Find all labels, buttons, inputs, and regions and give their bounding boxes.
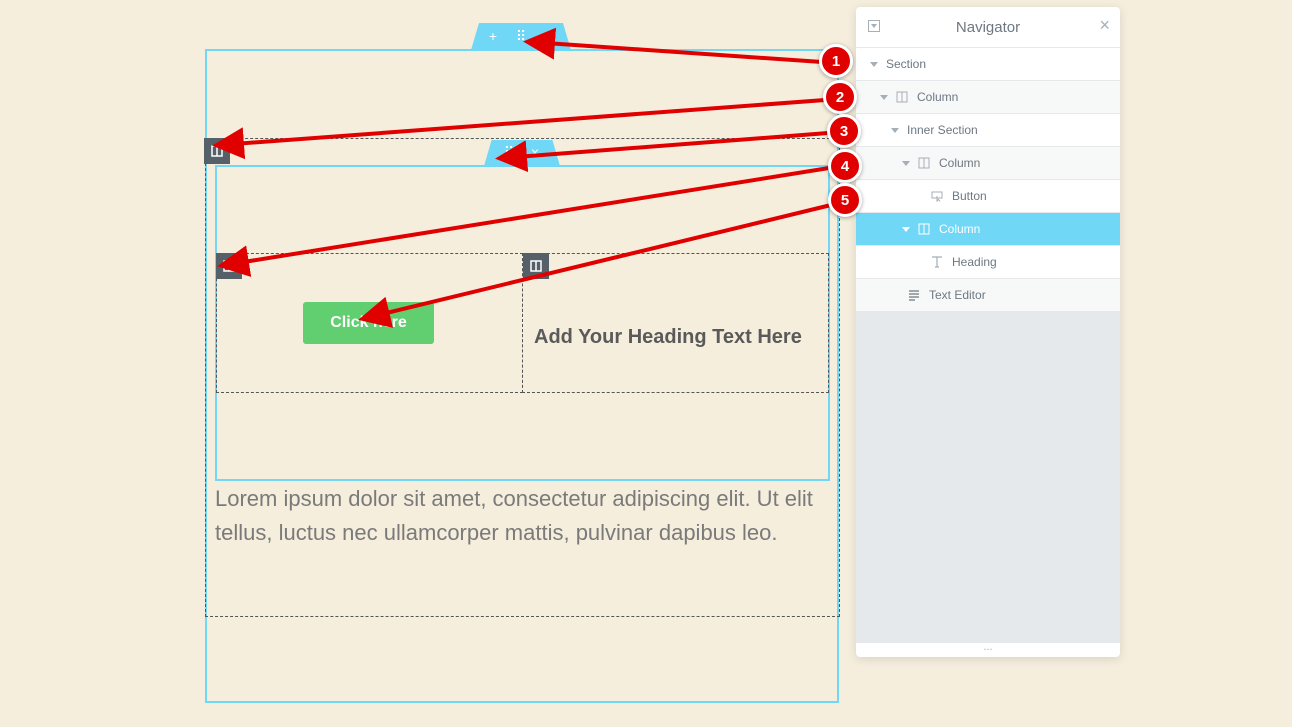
click-here-button[interactable]: Click here: [303, 302, 434, 344]
nav-item-label: Heading: [952, 255, 997, 269]
nav-item-heading[interactable]: Heading: [856, 246, 1120, 279]
nav-item-column-active[interactable]: Column: [856, 213, 1120, 246]
button-icon: [931, 190, 943, 202]
nav-item-label: Inner Section: [907, 123, 978, 137]
nav-item-label: Button: [952, 189, 987, 203]
heading-widget[interactable]: Add Your Heading Text Here: [534, 326, 802, 349]
navigator-title: Navigator: [955, 18, 1021, 36]
delete-inner-section-icon[interactable]: ×: [528, 143, 542, 161]
close-icon[interactable]: ×: [1099, 15, 1110, 36]
caret-down-icon[interactable]: [902, 160, 910, 166]
navigator-resize-handle[interactable]: ...: [856, 642, 1120, 657]
nav-item-column[interactable]: Column: [856, 81, 1120, 114]
annotation-badge: 2: [823, 80, 857, 114]
nav-item-column[interactable]: Column: [856, 147, 1120, 180]
drag-inner-section-icon[interactable]: ⠿: [502, 143, 516, 161]
nav-item-text-editor[interactable]: Text Editor: [856, 279, 1120, 312]
inner-section-handle[interactable]: ⠿ ×: [484, 140, 560, 166]
text-editor-icon: [908, 289, 920, 301]
inner-column-right-handle[interactable]: [523, 253, 549, 279]
delete-section-icon[interactable]: ×: [542, 27, 556, 45]
nav-item-label: Column: [917, 90, 959, 104]
nav-item-inner-section[interactable]: Inner Section: [856, 114, 1120, 147]
nav-item-label: Column: [939, 156, 981, 170]
column-icon: [211, 145, 223, 157]
collapse-all-icon[interactable]: [868, 20, 880, 32]
inner-column-right: [522, 253, 829, 393]
navigator-header: Navigator ×: [856, 7, 1120, 48]
column-icon: [896, 91, 908, 103]
heading-icon: [931, 256, 943, 268]
annotation-badge: 5: [828, 183, 862, 217]
annotation-badge: 1: [819, 44, 853, 78]
text-editor-widget[interactable]: Lorem ipsum dolor sit amet, consectetur …: [215, 482, 830, 550]
annotation-badge: 3: [827, 114, 861, 148]
drag-section-icon[interactable]: ⠿: [514, 27, 528, 45]
annotation-badge: 4: [828, 149, 862, 183]
nav-item-label: Text Editor: [929, 288, 986, 302]
column-icon: [223, 260, 235, 272]
caret-down-icon[interactable]: [902, 226, 910, 232]
nav-item-label: Column: [939, 222, 981, 236]
caret-down-icon[interactable]: [880, 94, 888, 100]
caret-down-icon[interactable]: [891, 127, 899, 133]
column-icon: [918, 223, 930, 235]
section-handle[interactable]: + ⠿ ×: [471, 23, 571, 50]
navigator-panel: Navigator × Section Column Inner Section…: [856, 7, 1120, 657]
caret-down-icon[interactable]: [870, 61, 878, 67]
nav-item-section[interactable]: Section: [856, 48, 1120, 81]
column-handle[interactable]: [204, 138, 230, 164]
nav-item-button[interactable]: Button: [856, 180, 1120, 213]
column-icon: [530, 260, 542, 272]
inner-column-left-handle[interactable]: [216, 253, 242, 279]
column-icon: [918, 157, 930, 169]
add-section-icon[interactable]: +: [486, 27, 500, 45]
nav-item-label: Section: [886, 57, 927, 71]
